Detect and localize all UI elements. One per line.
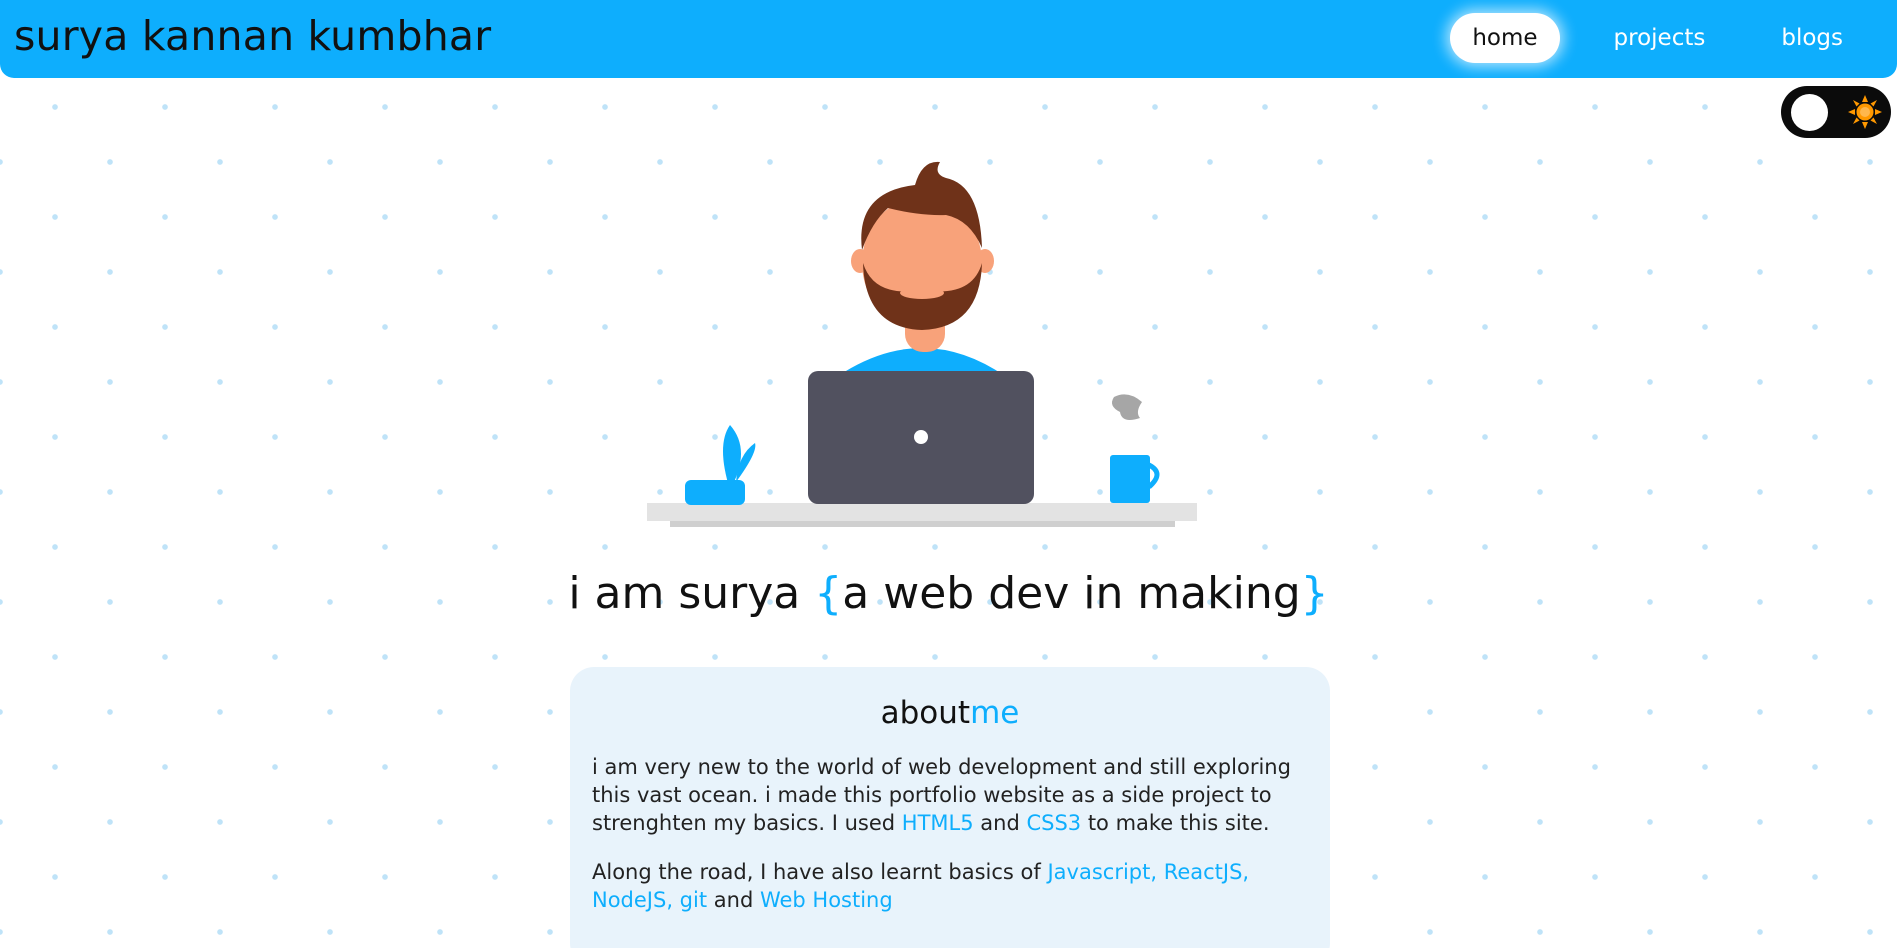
headline-inner: a web dev in making <box>842 568 1301 619</box>
about-paragraph-1: i am very new to the world of web develo… <box>592 753 1308 837</box>
about-title-accent: me <box>970 695 1020 731</box>
toggle-knob <box>1791 94 1828 131</box>
sun-icon <box>1848 95 1882 129</box>
nav-link-home[interactable]: home <box>1450 13 1560 63</box>
about-paragraph-2: Along the road, I have also learnt basic… <box>592 858 1308 914</box>
nav-link-projects[interactable]: projects <box>1592 13 1728 63</box>
site-brand[interactable]: surya kannan kumbhar <box>14 12 491 60</box>
hero-headline: i am surya {a web dev in making} <box>0 568 1897 619</box>
developer-at-laptop-illustration <box>647 161 1197 527</box>
brace-close: } <box>1300 568 1329 619</box>
nav-link-blogs[interactable]: blogs <box>1759 13 1865 63</box>
web-hosting-link[interactable]: Web Hosting <box>760 888 893 912</box>
about-text: and <box>973 811 1027 835</box>
about-text: and <box>707 888 760 912</box>
css3-link[interactable]: CSS3 <box>1026 811 1081 835</box>
nav-links: home projects blogs <box>1450 13 1865 63</box>
about-title-main: about <box>880 695 971 731</box>
navbar: surya kannan kumbhar home projects blogs <box>0 0 1897 78</box>
about-text: to make this site. <box>1081 811 1270 835</box>
about-title: aboutme <box>592 695 1308 731</box>
headline-prefix: i am surya <box>568 568 815 619</box>
theme-toggle[interactable] <box>1781 86 1891 138</box>
about-card: aboutme i am very new to the world of we… <box>570 667 1330 948</box>
about-text: Along the road, I have also learnt basic… <box>592 860 1048 884</box>
brace-open: { <box>814 568 843 619</box>
html5-link[interactable]: HTML5 <box>902 811 974 835</box>
